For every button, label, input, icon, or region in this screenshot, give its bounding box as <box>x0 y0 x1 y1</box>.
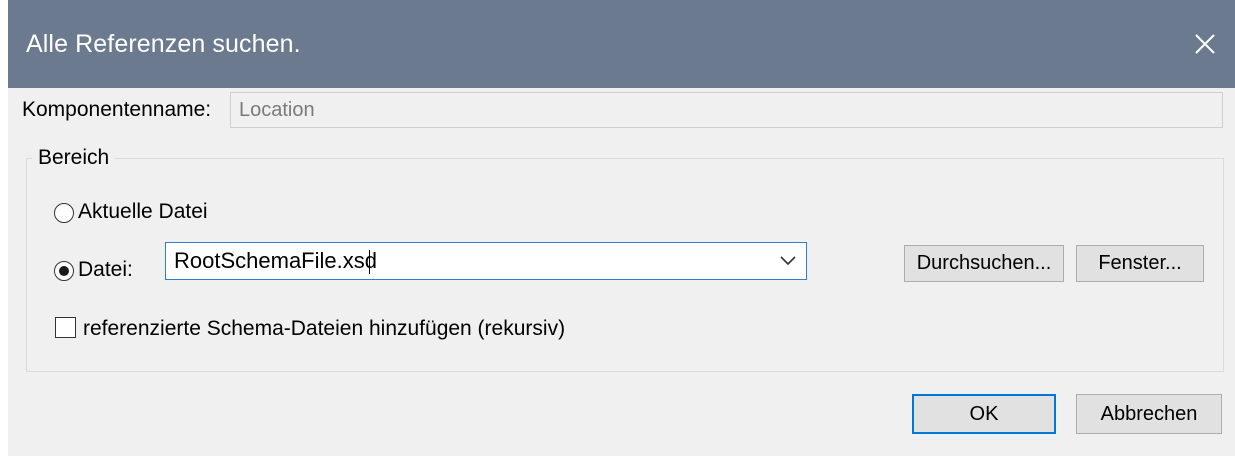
file-combobox-value[interactable]: RootSchemaFile.xsd <box>174 248 377 274</box>
file-combobox[interactable]: RootSchemaFile.xsd <box>165 242 807 280</box>
component-name-label: Komponentenname: <box>22 98 212 121</box>
ok-button[interactable]: OK <box>912 394 1056 434</box>
include-references-checkbox[interactable] <box>55 317 76 338</box>
file-radio[interactable] <box>54 261 74 281</box>
browse-button[interactable]: Durchsuchen... <box>904 245 1064 282</box>
window-button[interactable]: Fenster... <box>1076 245 1204 282</box>
dialog-body: Komponentenname: Location Bereich Aktuel… <box>8 88 1235 456</box>
window-title: Alle Referenzen suchen. <box>26 30 301 58</box>
title-bar: Alle Referenzen suchen. <box>8 0 1235 88</box>
cancel-button[interactable]: Abbrechen <box>1076 394 1222 434</box>
text-caret <box>369 250 370 274</box>
chevron-down-icon <box>780 256 796 266</box>
include-references-label[interactable]: referenzierte Schema-Dateien hinzufügen … <box>83 317 565 341</box>
scope-group-label: Bereich <box>32 146 116 170</box>
component-name-field: Location <box>230 92 1223 128</box>
close-icon <box>1195 34 1215 54</box>
close-button[interactable] <box>1175 0 1235 88</box>
combobox-dropdown-button[interactable] <box>770 243 806 279</box>
current-file-radio[interactable] <box>54 203 74 223</box>
current-file-label[interactable]: Aktuelle Datei <box>78 200 208 224</box>
find-all-references-dialog: Alle Referenzen suchen. Komponentenname:… <box>8 0 1235 456</box>
file-label[interactable]: Datei: <box>78 258 133 282</box>
